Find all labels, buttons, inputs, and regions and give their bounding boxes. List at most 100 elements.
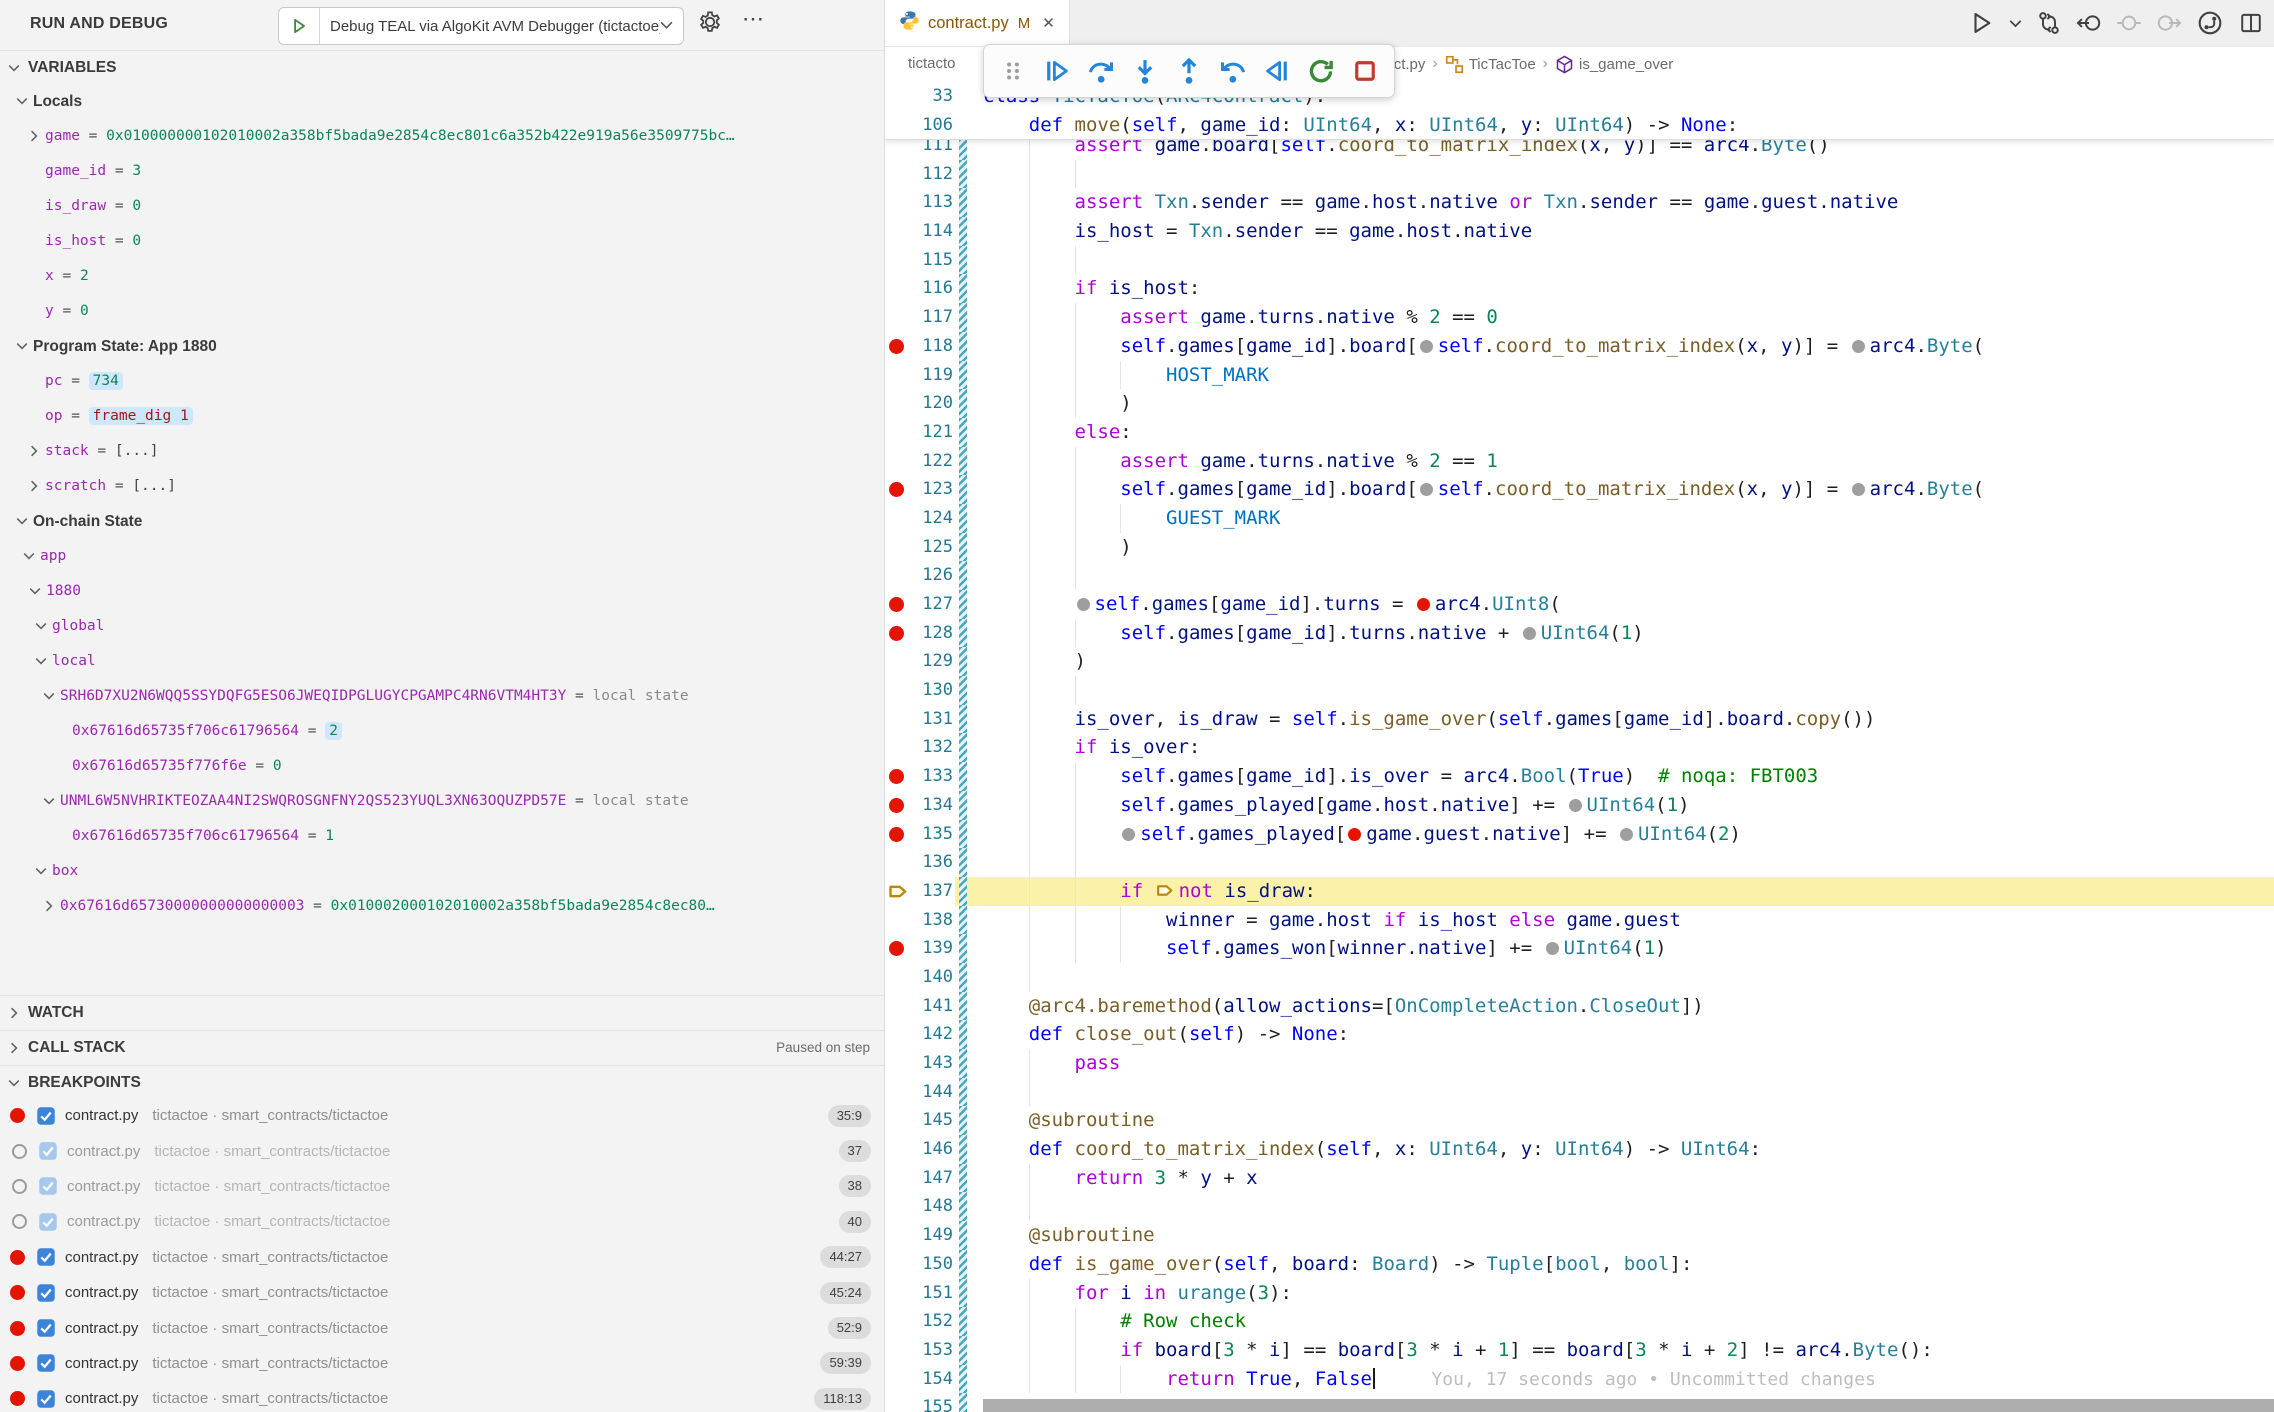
horizontal-scrollbar[interactable] <box>983 1399 2274 1412</box>
code-line[interactable]: 118 self.games[game_id].board[self.coord… <box>885 332 2274 361</box>
breakpoint-gutter[interactable] <box>885 246 909 275</box>
breakpoint-dot-icon[interactable] <box>889 626 904 641</box>
breakpoint-gutter[interactable] <box>885 1049 909 1078</box>
chevron-down-icon[interactable] <box>16 95 28 107</box>
code-line[interactable]: 124 GUEST_MARK <box>885 504 2274 533</box>
breakpoint-gutter[interactable] <box>885 590 909 619</box>
breakpoint-gutter[interactable] <box>885 676 909 705</box>
breakpoint-gutter[interactable] <box>885 504 909 533</box>
code-line[interactable]: 151 for i in urange(3): <box>885 1279 2274 1308</box>
variable-row[interactable]: is_host = 0 <box>0 224 884 259</box>
breakpoint-gutter[interactable] <box>885 217 909 246</box>
breakpoint-gutter[interactable] <box>885 1336 909 1365</box>
more-actions-icon[interactable]: ⋯ <box>742 6 765 32</box>
breakpoint-gutter[interactable] <box>885 160 909 189</box>
variable-row[interactable]: scratch = [...] <box>0 469 884 504</box>
inline-breakpoint-candidate-icon[interactable] <box>1420 340 1433 353</box>
inline-breakpoint-candidate-icon[interactable] <box>1569 799 1582 812</box>
breakpoint-dot-icon[interactable] <box>889 827 904 842</box>
variables-group-program-state-app-1880[interactable]: Program State: App 1880 <box>0 329 884 364</box>
code-line[interactable]: 115 <box>885 246 2274 275</box>
breakpoint-checkbox[interactable] <box>38 1212 58 1232</box>
breakpoint-gutter[interactable] <box>885 1135 909 1164</box>
variable-row[interactable]: 1880 <box>0 574 884 609</box>
breakpoint-gutter[interactable] <box>885 361 909 390</box>
code-line[interactable]: 127 self.games[game_id].turns = arc4.UIn… <box>885 590 2274 619</box>
breakpoint-gutter[interactable] <box>885 533 909 562</box>
start-debug-icon[interactable] <box>279 8 320 44</box>
code-line[interactable]: 147 return 3 * y + x <box>885 1164 2274 1193</box>
restart-button[interactable] <box>1302 51 1340 91</box>
variable-row[interactable]: 0x67616d65735f706c61796564 = 2 <box>0 714 884 749</box>
breakpoint-gutter[interactable] <box>885 1164 909 1193</box>
code-line[interactable]: 152 # Row check <box>885 1307 2274 1336</box>
code-line[interactable]: 134 self.games_played[game.host.native] … <box>885 791 2274 820</box>
code-line[interactable]: 126 <box>885 561 2274 590</box>
breakpoint-checkbox[interactable] <box>36 1318 56 1338</box>
code-line[interactable]: 138 winner = game.host if is_host else g… <box>885 906 2274 935</box>
breakpoint-gutter[interactable] <box>885 475 909 504</box>
breakpoint-checkbox[interactable] <box>38 1176 58 1196</box>
code-line[interactable]: 137 if not is_draw: <box>885 877 2274 906</box>
chevron-down-icon[interactable] <box>43 795 55 807</box>
breakpoint-checkbox[interactable] <box>36 1353 56 1373</box>
inline-breakpoint-candidate-icon[interactable] <box>1852 483 1865 496</box>
timeline-icon[interactable] <box>2196 9 2224 37</box>
variable-row[interactable]: SRH6D7XU2N6WQQ5SSYDQFG5ESO6JWEQIDPGLUGYC… <box>0 679 884 714</box>
code-line[interactable]: 133 self.games[game_id].is_over = arc4.B… <box>885 762 2274 791</box>
breakpoint-gutter[interactable] <box>885 303 909 332</box>
breadcrumb-item-is-game-over[interactable]: is_game_over <box>1555 55 1673 74</box>
breakpoint-dot-icon[interactable] <box>889 769 904 784</box>
code-line[interactable]: 125 ) <box>885 533 2274 562</box>
variable-row[interactable]: stack = [...] <box>0 434 884 469</box>
step-back-button[interactable] <box>1214 51 1252 91</box>
breakpoint-dot-icon[interactable] <box>889 597 904 612</box>
code-line[interactable]: 122 assert game.turns.native % 2 == 1 <box>885 447 2274 476</box>
breakpoint-gutter[interactable] <box>885 1250 909 1279</box>
code-line[interactable]: 131 is_over, is_draw = self.is_game_over… <box>885 705 2274 734</box>
code-line[interactable]: 132 if is_over: <box>885 733 2274 762</box>
code-line[interactable]: 154 return True, FalseYou, 17 seconds ag… <box>885 1365 2274 1394</box>
breakpoint-dot-icon[interactable] <box>889 798 904 813</box>
variable-row[interactable]: global <box>0 609 884 644</box>
breakpoint-gutter[interactable] <box>885 111 909 140</box>
breakpoint-gutter[interactable] <box>885 992 909 1021</box>
prev-change-icon[interactable] <box>2076 10 2102 36</box>
breakpoint-row[interactable]: contract.pytictactoe · smart_contracts/t… <box>0 1098 884 1133</box>
code-line[interactable]: 120 ) <box>885 389 2274 418</box>
code-line[interactable]: 139 self.games_won[winner.native] += UIn… <box>885 934 2274 963</box>
close-icon[interactable]: ✕ <box>1042 14 1055 32</box>
variable-row[interactable]: game = 0x010000000102010002a358bf5bada9e… <box>0 119 884 154</box>
breakpoint-row[interactable]: contract.pytictactoe · smart_contracts/t… <box>0 1133 884 1168</box>
code-line[interactable]: 106 def move(self, game_id: UInt64, x: U… <box>885 111 2274 140</box>
breakpoint-gutter[interactable] <box>885 1106 909 1135</box>
breakpoint-row[interactable]: contract.pytictactoe · smart_contracts/t… <box>0 1169 884 1204</box>
variable-row[interactable]: op = frame_dig 1 <box>0 399 884 434</box>
code-line[interactable]: 113 assert Txn.sender == game.host.nativ… <box>885 188 2274 217</box>
breadcrumb-item-tictactoe[interactable]: TicTacToe <box>1445 55 1536 74</box>
breakpoint-checkbox[interactable] <box>36 1247 56 1267</box>
breakpoint-row[interactable]: contract.pytictactoe · smart_contracts/t… <box>0 1310 884 1345</box>
breakpoint-checkbox[interactable] <box>36 1283 56 1303</box>
code-line[interactable]: 142 def close_out(self) -> None: <box>885 1020 2274 1049</box>
variable-row[interactable]: 0x67616d65735f776f6e = 0 <box>0 749 884 784</box>
breakpoint-row[interactable]: contract.pytictactoe · smart_contracts/t… <box>0 1346 884 1381</box>
reverse-continue-button[interactable] <box>1258 51 1296 91</box>
breakpoint-gutter[interactable] <box>885 934 909 963</box>
breakpoint-gutter[interactable] <box>885 1221 909 1250</box>
chevron-down-icon[interactable] <box>35 865 47 877</box>
code-line[interactable]: 121 else: <box>885 418 2274 447</box>
breakpoint-gutter[interactable] <box>885 82 909 111</box>
inline-breakpoint-candidate-icon[interactable] <box>1122 828 1135 841</box>
run-chevron-icon[interactable] <box>2009 17 2022 30</box>
step-into-button[interactable] <box>1126 51 1164 91</box>
breakpoints-section-header[interactable]: BREAKPOINTS <box>0 1065 884 1099</box>
variable-row[interactable]: is_draw = 0 <box>0 189 884 224</box>
breakpoint-checkbox[interactable] <box>36 1389 56 1409</box>
continue-button[interactable] <box>1038 51 1076 91</box>
code-line[interactable]: 140 <box>885 963 2274 992</box>
chevron-down-icon[interactable] <box>43 690 55 702</box>
breakpoint-gutter[interactable] <box>885 389 909 418</box>
code-line[interactable]: 149 @subroutine <box>885 1221 2274 1250</box>
variables-group-on-chain-state[interactable]: On-chain State <box>0 504 884 539</box>
